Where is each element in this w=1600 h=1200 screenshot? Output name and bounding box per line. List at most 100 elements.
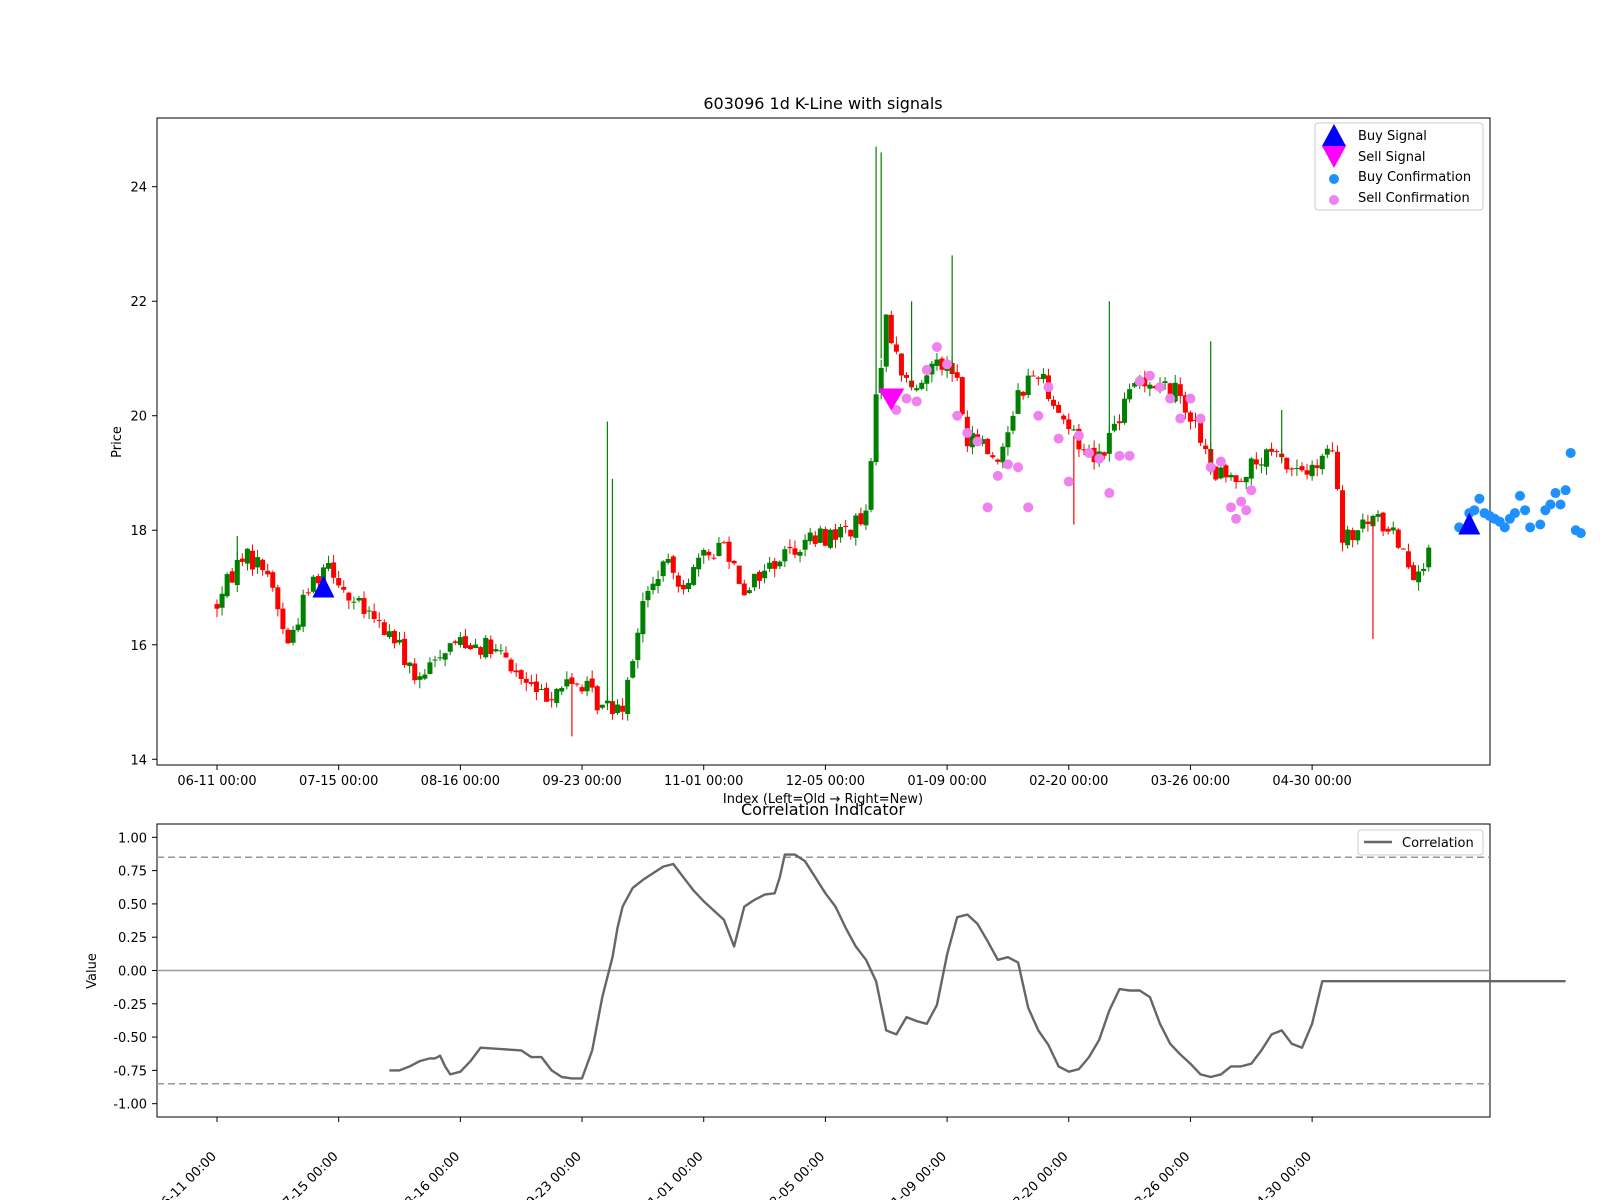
corr-x-tick-label: 01-09 00:00	[883, 1149, 950, 1200]
candle	[822, 526, 828, 547]
main-x-tick-label: 04-30 00:00	[1272, 774, 1351, 789]
main-x-tick-label: 07-15 00:00	[299, 774, 378, 789]
main-y-tick-label: 18	[130, 524, 147, 539]
candle	[985, 437, 991, 455]
sell-confirmation-point	[1195, 413, 1206, 424]
sell-confirmation-point	[1094, 453, 1105, 464]
sell-confirmation-point	[952, 410, 963, 421]
main-x-tick-label: 01-09 00:00	[907, 774, 986, 789]
buy-confirmation-point	[1555, 499, 1566, 510]
corr-y-tick-label: -1.00	[113, 1098, 147, 1113]
legend-buy-confirmation-marker	[1329, 174, 1339, 184]
sell-confirmation-point	[1104, 488, 1115, 499]
candle	[883, 313, 889, 372]
corr-y-tick-label: 0.00	[118, 965, 147, 980]
main-x-tick-label: 08-16 00:00	[421, 774, 500, 789]
candle	[1340, 484, 1346, 552]
sell-confirmation-point	[1231, 513, 1242, 524]
candle	[300, 589, 306, 633]
sell-confirmation-point	[1155, 382, 1166, 393]
candle	[868, 457, 874, 513]
sell-confirmation-point	[1134, 376, 1145, 387]
legend-buy-signal-label: Buy Signal	[1358, 129, 1427, 144]
buy-confirmation-point	[1469, 505, 1480, 516]
buy-confirmation-point	[1550, 488, 1561, 499]
sell-confirmation-point	[1033, 410, 1044, 421]
candle	[483, 635, 489, 659]
corr-y-tick-label: 0.50	[118, 898, 147, 913]
corr-x-tick-label: 06-11 00:00	[153, 1149, 220, 1200]
candle	[508, 657, 514, 674]
legend-buy-confirmation-label: Buy Confirmation	[1358, 170, 1471, 185]
main-y-ticks: 14 16 18 20 22 24	[130, 181, 157, 768]
corr-chart-title: Correlation Indicator	[741, 800, 905, 819]
buy-confirmation-point	[1509, 508, 1520, 519]
sell-confirmation-point	[1236, 496, 1247, 507]
corr-y-tick-label: 0.75	[118, 865, 147, 880]
sell-confirmation-point	[1165, 393, 1176, 404]
buy-confirmation-point	[1474, 493, 1485, 504]
corr-y-axis-label: Value	[85, 953, 100, 989]
legend-sell-signal-label: Sell Signal	[1358, 150, 1426, 165]
legend-sell-confirmation-label: Sell Confirmation	[1358, 191, 1470, 206]
sell-confirmation-point	[982, 502, 993, 513]
sell-confirmation-point	[1114, 450, 1125, 461]
sell-confirmation-point	[1043, 382, 1054, 393]
main-x-tick-label: 11-01 00:00	[664, 774, 743, 789]
candle	[827, 528, 833, 550]
corr-y-tick-label: -0.75	[113, 1064, 147, 1079]
buy-confirmation-point	[1499, 522, 1510, 533]
candle	[736, 565, 742, 585]
corr-x-tick-label: 03-26 00:00	[1127, 1149, 1194, 1200]
corr-x-tick-label: 12-05 00:00	[761, 1149, 828, 1200]
main-x-tick-label: 09-23 00:00	[542, 774, 621, 789]
legend-correlation-label: Correlation	[1402, 836, 1474, 851]
buy-confirmation-point	[1560, 485, 1571, 496]
corr-y-tick-label: -0.50	[113, 1031, 147, 1046]
main-y-tick-label: 24	[130, 181, 147, 196]
main-y-tick-label: 22	[130, 295, 147, 310]
candle	[1395, 528, 1401, 550]
candle	[873, 394, 879, 466]
main-plot-area	[156, 117, 1491, 766]
figure: 603096 1d K-Line with signals 14 16 18 20 22…	[85, 94, 1586, 1200]
corr-x-ticks: 06-11 00:00 07-15 00:00 08-16 00:00 09-23 0…	[153, 1117, 1315, 1200]
sell-confirmation-point	[1053, 433, 1064, 444]
sell-confirmation-point	[1013, 462, 1024, 473]
buy-confirmation-point	[1514, 490, 1525, 501]
candle	[594, 684, 600, 715]
sell-confirmation-point	[1226, 502, 1236, 513]
sell-confirmation-point	[1084, 447, 1095, 458]
corr-x-tick-label: 02-20 00:00	[1005, 1149, 1072, 1200]
sell-confirmation-point	[1063, 476, 1074, 487]
sell-confirmation-point	[992, 470, 1003, 481]
sell-confirmation-point	[931, 342, 942, 353]
sell-confirmation-point	[1073, 430, 1084, 441]
corr-legend: Correlation	[1357, 829, 1484, 856]
corr-y-ticks: 1.00 0.75 0.50 0.25 0.00 -0.25 -0.50 -0.75 -1.00	[113, 831, 157, 1113]
sell-confirmation-point	[901, 393, 912, 404]
candle	[285, 627, 291, 645]
buy-confirmation-point	[1520, 505, 1531, 516]
candle	[630, 659, 636, 679]
buy-confirmation-point	[1565, 447, 1576, 458]
legend-sell-confirmation-marker	[1329, 195, 1339, 205]
sell-confirmation-point	[1144, 370, 1155, 381]
main-x-tick-label: 03-26 00:00	[1151, 774, 1230, 789]
corr-x-tick-label: 04-30 00:00	[1248, 1149, 1315, 1200]
candle	[691, 564, 697, 587]
corr-y-tick-label: 1.00	[118, 831, 147, 846]
sell-confirmation-point	[1241, 505, 1252, 516]
sell-confirmation-point	[1185, 393, 1196, 404]
candle	[310, 574, 316, 594]
corr-y-tick-label: -0.25	[113, 998, 147, 1013]
candle	[224, 572, 230, 598]
candle	[888, 310, 894, 345]
candle	[959, 376, 965, 416]
corr-y-tick-label: 0.25	[118, 931, 147, 946]
sell-confirmation-point	[911, 396, 922, 407]
buy-confirmation-point	[1575, 528, 1586, 539]
correlation-chart: 1.00 0.75 0.50 0.25 0.00 -0.25 -0.50 -0.75 -1.00…	[113, 823, 1566, 1200]
sell-confirmation-point	[1205, 462, 1216, 473]
buy-confirmation-point	[1525, 522, 1536, 533]
